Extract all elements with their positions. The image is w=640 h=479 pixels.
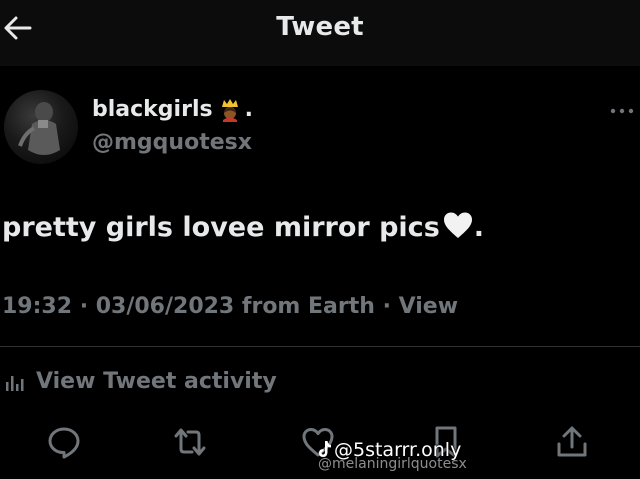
watermark-sub: @melaningirlquotesx bbox=[318, 456, 467, 472]
author-display-name[interactable]: blackgirls . bbox=[92, 97, 253, 122]
retweet-icon[interactable] bbox=[172, 424, 208, 460]
author-name-text: blackgirls bbox=[92, 97, 213, 122]
author-name-suffix: . bbox=[244, 97, 253, 122]
bar-chart-icon bbox=[6, 376, 24, 391]
view-tweet-activity-label: View Tweet activity bbox=[36, 368, 277, 394]
tweet-text-suffix: . bbox=[473, 212, 485, 243]
crown-woman-emoji-icon bbox=[221, 99, 238, 122]
reply-icon[interactable] bbox=[46, 424, 82, 460]
top-bar: Tweet bbox=[0, 0, 640, 66]
avatar-image bbox=[18, 102, 60, 155]
author-handle[interactable]: @mgquotesx bbox=[92, 130, 252, 155]
tweet-timestamp[interactable]: 19:32 · 03/06/2023 from Earth · View bbox=[2, 294, 458, 319]
page-title: Tweet bbox=[276, 12, 364, 42]
avatar[interactable] bbox=[4, 90, 78, 164]
tweet-body: pretty girls lovee mirror pics bbox=[2, 212, 440, 243]
white-heart-emoji-icon bbox=[443, 212, 472, 238]
more-options-icon[interactable] bbox=[608, 104, 636, 118]
divider bbox=[0, 346, 640, 347]
share-icon[interactable] bbox=[554, 424, 590, 460]
tweet-text: pretty girls lovee mirror pics . bbox=[2, 211, 484, 243]
view-tweet-activity-link[interactable]: View Tweet activity bbox=[4, 365, 277, 397]
